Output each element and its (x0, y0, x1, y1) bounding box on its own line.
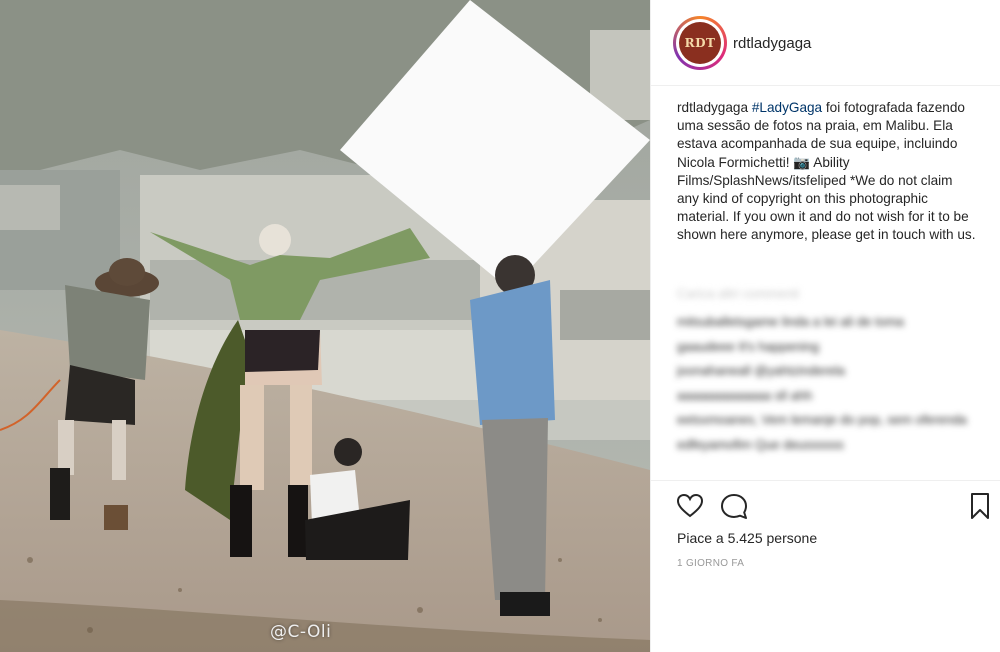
load-more-comments[interactable]: Carica altri commenti (677, 286, 977, 314)
comment-item: joonahaneall @yahtzinderela (677, 363, 845, 378)
photo-watermark: @C-Oli (270, 622, 332, 642)
comment-item: gaaudeee It's happening (677, 338, 819, 354)
avatar[interactable]: RDT (673, 16, 727, 70)
post-photo[interactable]: @C-Oli (0, 0, 650, 652)
heart-icon[interactable] (675, 491, 705, 521)
likes-count[interactable]: Piace a 5.425 persone (677, 530, 817, 546)
username-link[interactable]: rdtladygaga (733, 35, 811, 52)
caption-username[interactable]: rdtladygaga (677, 100, 748, 115)
comment-item: mitsuballetsgame linda a lei ali de toma (677, 314, 904, 329)
caption-text: foi fotografada fazendo uma sessão de fo… (677, 100, 976, 243)
comment-item: edfeyamofim Que deussssss (677, 436, 844, 452)
post-actions (651, 480, 1000, 532)
post-sidebar: RDT rdtladygaga rdtladygaga #LadyGaga fo… (650, 0, 1000, 652)
post-caption: rdtladygaga #LadyGaga foi fotografada fa… (677, 99, 977, 245)
post-header: RDT rdtladygaga (651, 0, 1000, 86)
comment-item: eetsxmoanes, Vem lemanje do pop, sem ofe… (677, 412, 967, 427)
beach-photo-image (0, 0, 650, 652)
bookmark-icon[interactable] (965, 491, 995, 521)
avatar-logo: RDT (679, 22, 721, 64)
post-timestamp: 1 GIORNO FA (677, 558, 745, 569)
comment-item: aaaaaaaaaaaaa sll ahh (677, 387, 813, 403)
comments-list: Carica altri commenti mitsuballetsgame l… (677, 286, 977, 461)
comment-icon[interactable] (719, 491, 749, 521)
hashtag-link[interactable]: #LadyGaga (752, 100, 822, 115)
